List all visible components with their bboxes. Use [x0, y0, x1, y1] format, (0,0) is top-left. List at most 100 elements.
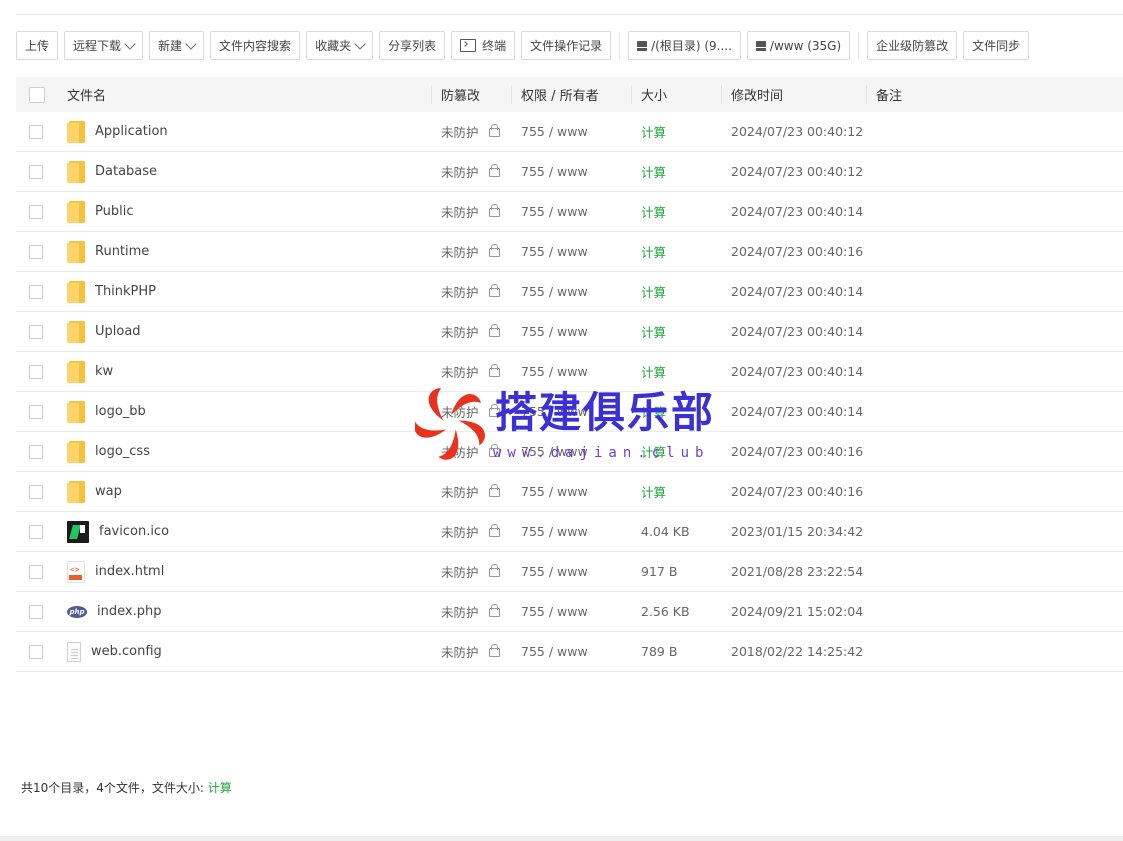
calc-size-link[interactable]: 计算	[641, 162, 666, 181]
calc-size-link[interactable]: 计算	[641, 202, 666, 221]
table-row[interactable]: Upload 未防护 755 / www 计算 2024/07/23 00:40:14	[16, 312, 1123, 352]
protect-status[interactable]: 未防护	[441, 242, 479, 261]
lock-icon[interactable]	[488, 404, 500, 417]
protect-status[interactable]: 未防护	[441, 202, 479, 221]
table-row[interactable]: <> index.html 未防护 755 / www 917 B 2021/08/28 …	[16, 552, 1123, 592]
lock-icon[interactable]	[488, 324, 500, 337]
perm-owner[interactable]: 755 / www	[521, 444, 588, 459]
lock-icon[interactable]	[488, 364, 500, 377]
share-list-button[interactable]: 分享列表	[379, 31, 446, 60]
note-cell[interactable]	[867, 232, 1123, 271]
protect-status[interactable]: 未防护	[441, 362, 479, 381]
table-row[interactable]: logo_css 未防护 755 / www 计算 2024/07/23 00:40:1…	[16, 432, 1123, 472]
file-name-link[interactable]: logo_css	[95, 444, 150, 459]
perm-owner[interactable]: 755 / www	[521, 564, 588, 579]
protect-status[interactable]: 未防护	[441, 602, 479, 621]
row-checkbox[interactable]	[29, 564, 43, 579]
footer-calc-link[interactable]: 计算	[208, 781, 232, 795]
file-name-link[interactable]: wap	[95, 484, 122, 499]
lock-icon[interactable]	[488, 484, 500, 497]
lock-icon[interactable]	[488, 164, 500, 177]
table-row[interactable]: php index.php 未防护 755 / www 2.56 KB 2024/09/2…	[16, 592, 1123, 632]
lock-icon[interactable]	[488, 244, 500, 257]
protect-status[interactable]: 未防护	[441, 522, 479, 541]
new-button[interactable]: 新建	[149, 31, 205, 60]
row-checkbox[interactable]	[29, 644, 43, 659]
perm-owner[interactable]: 755 / www	[521, 124, 588, 139]
note-cell[interactable]	[867, 192, 1123, 231]
file-name-link[interactable]: Public	[95, 204, 133, 219]
calc-size-link[interactable]: 计算	[641, 482, 666, 501]
table-row[interactable]: ThinkPHP 未防护 755 / www 计算 2024/07/23 00:40:1…	[16, 272, 1123, 312]
table-row[interactable]: Application 未防护 755 / www 计算 2024/07/23 00:4…	[16, 112, 1123, 152]
file-name-link[interactable]: Upload	[95, 324, 141, 339]
row-checkbox[interactable]	[29, 124, 43, 139]
header-mtime[interactable]: 修改时间	[722, 77, 867, 112]
perm-owner[interactable]: 755 / www	[521, 204, 588, 219]
www-disk-button[interactable]: /www (35G)	[746, 31, 851, 60]
note-cell[interactable]	[867, 432, 1123, 471]
calc-size-link[interactable]: 计算	[641, 402, 666, 421]
table-row[interactable]: Public 未防护 755 / www 计算 2024/07/23 00:40:14	[16, 192, 1123, 232]
perm-owner[interactable]: 755 / www	[521, 484, 588, 499]
file-sync-button[interactable]: 文件同步	[963, 31, 1030, 60]
content-search-button[interactable]: 文件内容搜索	[210, 31, 301, 60]
row-checkbox[interactable]	[29, 244, 43, 259]
protect-status[interactable]: 未防护	[441, 442, 479, 461]
protect-status[interactable]: 未防护	[441, 322, 479, 341]
table-row[interactable]: wap 未防护 755 / www 计算 2024/07/23 00:40:16	[16, 472, 1123, 512]
perm-owner[interactable]: 755 / www	[521, 164, 588, 179]
perm-owner[interactable]: 755 / www	[521, 604, 588, 619]
protect-status[interactable]: 未防护	[441, 122, 479, 141]
header-name[interactable]: 文件名	[59, 77, 432, 112]
calc-size-link[interactable]: 计算	[641, 122, 666, 141]
calc-size-link[interactable]: 计算	[641, 282, 666, 301]
calc-size-link[interactable]: 计算	[641, 442, 666, 461]
row-checkbox[interactable]	[29, 444, 43, 459]
file-name-link[interactable]: Runtime	[95, 244, 149, 259]
calc-size-link[interactable]: 计算	[641, 362, 666, 381]
note-cell[interactable]	[867, 272, 1123, 311]
row-checkbox[interactable]	[29, 324, 43, 339]
header-size[interactable]: 大小	[632, 77, 722, 112]
row-checkbox[interactable]	[29, 164, 43, 179]
table-row[interactable]: kw 未防护 755 / www 计算 2024/07/23 00:40:14	[16, 352, 1123, 392]
select-all-checkbox[interactable]	[29, 86, 45, 103]
lock-icon[interactable]	[488, 444, 500, 457]
file-name-link[interactable]: index.php	[97, 604, 161, 619]
lock-icon[interactable]	[488, 124, 500, 137]
row-checkbox[interactable]	[29, 404, 43, 419]
note-cell[interactable]	[867, 392, 1123, 431]
file-name-link[interactable]: index.html	[95, 564, 164, 579]
perm-owner[interactable]: 755 / www	[521, 244, 588, 259]
row-checkbox[interactable]	[29, 604, 43, 619]
protect-status[interactable]: 未防护	[441, 282, 479, 301]
lock-icon[interactable]	[488, 604, 500, 617]
row-checkbox[interactable]	[29, 284, 43, 299]
file-name-link[interactable]: logo_bb	[95, 404, 146, 419]
row-checkbox[interactable]	[29, 204, 43, 219]
file-name-link[interactable]: Application	[95, 124, 168, 139]
lock-icon[interactable]	[488, 524, 500, 537]
table-row[interactable]: logo_bb 未防护 755 / www 计算 2024/07/23 00:40:14	[16, 392, 1123, 432]
lock-icon[interactable]	[488, 564, 500, 577]
file-name-link[interactable]: ThinkPHP	[95, 284, 156, 299]
lock-icon[interactable]	[488, 204, 500, 217]
operation-log-button[interactable]: 文件操作记录	[521, 31, 612, 60]
remote-download-button[interactable]: 远程下载	[64, 31, 144, 60]
perm-owner[interactable]: 755 / www	[521, 324, 588, 339]
lock-icon[interactable]	[488, 284, 500, 297]
note-cell[interactable]	[867, 352, 1123, 391]
table-row[interactable]: Database 未防护 755 / www 计算 2024/07/23 00:40:1…	[16, 152, 1123, 192]
file-name-link[interactable]: favicon.ico	[99, 524, 169, 539]
perm-owner[interactable]: 755 / www	[521, 644, 588, 659]
file-name-link[interactable]: web.config	[91, 644, 162, 659]
row-checkbox[interactable]	[29, 364, 43, 379]
note-cell[interactable]	[867, 512, 1123, 551]
file-name-link[interactable]: kw	[95, 364, 113, 379]
upload-button[interactable]: 上传	[16, 31, 59, 60]
note-cell[interactable]	[867, 632, 1123, 671]
protect-status[interactable]: 未防护	[441, 642, 479, 661]
anti-tamper-button[interactable]: 企业级防篡改	[867, 31, 958, 60]
note-cell[interactable]	[867, 592, 1123, 631]
